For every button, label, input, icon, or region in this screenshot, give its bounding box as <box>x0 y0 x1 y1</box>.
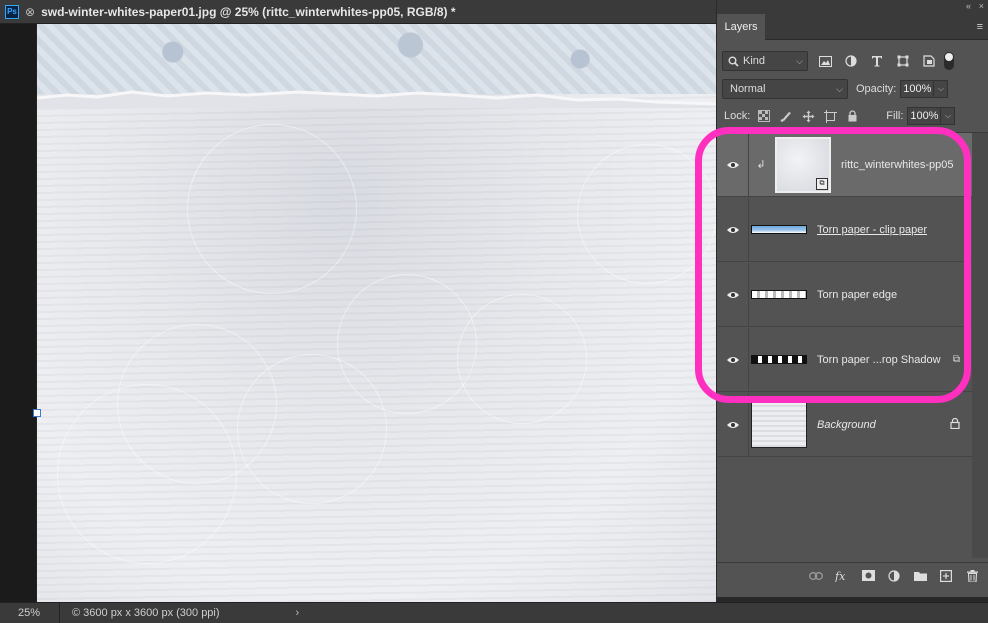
damask-paper-strip <box>37 24 716 94</box>
opacity-dropdown-icon[interactable]: ⌵ <box>934 80 949 98</box>
fill-input[interactable]: 100% <box>907 107 942 125</box>
panel-top-strip: « × <box>717 0 988 14</box>
fill-dropdown-icon[interactable]: ⌵ <box>941 107 956 125</box>
svg-text:fx: fx <box>835 570 846 582</box>
tab-layers[interactable]: Layers <box>717 14 765 40</box>
close-panel-icon[interactable]: × <box>979 1 984 11</box>
delete-layer-icon[interactable] <box>963 567 981 585</box>
panel-footer: fx <box>717 562 988 588</box>
layer-name[interactable]: Background <box>817 419 876 431</box>
layer-thumbnail <box>751 337 807 383</box>
scallop-pattern <box>337 274 477 414</box>
filter-kind-label: Kind <box>743 55 766 67</box>
blend-row: Normal ⌵ Opacity: 100% ⌵ <box>717 79 988 99</box>
layer-thumbnail: ⧉ <box>775 136 831 193</box>
close-tab-icon[interactable]: ⊗ <box>25 5 35 19</box>
scallop-pattern <box>57 384 237 564</box>
visibility-eye-icon[interactable] <box>717 262 749 327</box>
opacity-label: Opacity: <box>856 83 897 95</box>
lock-row: Lock: Fill: 100% ⌵ <box>717 106 988 126</box>
visibility-eye-icon[interactable] <box>717 132 749 197</box>
scallop-pattern <box>187 124 357 294</box>
lock-all-icon[interactable] <box>844 108 860 124</box>
status-bar: 25% © 3600 px x 3600 px (300 ppi) › <box>0 602 988 623</box>
fx-icon[interactable]: fx <box>833 567 851 585</box>
chevron-down-icon: ⌵ <box>796 55 803 66</box>
torn-paper-edge <box>37 90 716 108</box>
opacity-input[interactable]: 100% <box>900 80 935 98</box>
document-info: © 3600 px x 3600 px (300 ppi) <box>72 607 220 619</box>
status-menu-arrow-icon[interactable]: › <box>296 607 300 619</box>
scallop-pattern <box>577 144 716 284</box>
lock-artboard-icon[interactable] <box>822 108 838 124</box>
lock-image-icon[interactable] <box>778 108 794 124</box>
lock-icon <box>950 417 960 432</box>
canvas-area[interactable] <box>0 24 716 602</box>
visibility-eye-icon[interactable] <box>717 197 749 262</box>
layers-scrollbar[interactable] <box>972 133 988 558</box>
visibility-eye-icon[interactable] <box>717 392 749 457</box>
layer-thumbnail <box>751 272 807 318</box>
document-tab[interactable]: Ps ⊗ swd-winter-whites-paper01.jpg @ 25%… <box>0 0 716 24</box>
new-layer-icon[interactable] <box>937 567 955 585</box>
layer-name[interactable]: Torn paper ...rop Shadow <box>817 354 941 366</box>
filter-toggle-switch[interactable] <box>944 52 954 70</box>
image-filter-icon[interactable] <box>816 52 834 70</box>
clipping-mask-arrow-icon: ↲ <box>756 159 766 171</box>
scallop-pattern <box>457 294 587 424</box>
panel-tabs: Layers ≡ <box>717 14 988 40</box>
layer-name[interactable]: rittc_winterwhites-pp05 <box>841 159 954 171</box>
layers-list: ↲ ⧉ rittc_winterwhites-pp05 Torn paper -… <box>717 132 988 558</box>
layer-thumbnail <box>751 207 807 253</box>
layers-panel: « × Layers ≡ Kind ⌵ Normal ⌵ Opacity: 10… <box>716 0 988 597</box>
lock-position-icon[interactable] <box>800 108 816 124</box>
document-canvas[interactable] <box>37 24 716 602</box>
layer-mask-icon[interactable] <box>859 567 877 585</box>
zoom-level[interactable]: 25% <box>0 603 60 623</box>
pasteboard <box>0 24 36 602</box>
shape-filter-icon[interactable] <box>894 52 912 70</box>
adjustment-layer-icon[interactable] <box>885 567 903 585</box>
search-icon <box>728 56 739 67</box>
chevron-down-icon: ⌵ <box>836 83 843 94</box>
panel-menu-icon[interactable]: ≡ <box>977 21 983 33</box>
fill-label: Fill: <box>886 110 904 122</box>
collapse-panel-icon[interactable]: « <box>966 1 971 11</box>
lock-label: Lock: <box>724 110 751 122</box>
adjustment-filter-icon[interactable] <box>842 52 860 70</box>
document-title: swd-winter-whites-paper01.jpg @ 25% (rit… <box>41 4 456 19</box>
layer-row-torn-clip-paper[interactable]: Torn paper - clip paper <box>717 197 972 262</box>
blend-mode-value: Normal <box>730 83 766 95</box>
layer-name[interactable]: Torn paper edge <box>817 289 897 301</box>
layer-row-torn-paper-edge[interactable]: Torn paper edge <box>717 262 972 327</box>
layer-thumbnail <box>751 401 807 448</box>
smart-object-filter-icon[interactable] <box>920 52 938 70</box>
filter-kind-select[interactable]: Kind ⌵ <box>722 51 808 71</box>
lock-transparent-icon[interactable] <box>756 108 772 124</box>
type-filter-icon[interactable] <box>868 52 886 70</box>
layer-row-background[interactable]: Background <box>717 392 972 457</box>
blend-mode-select[interactable]: Normal ⌵ <box>722 79 848 99</box>
photoshop-app-icon: Ps <box>5 4 19 19</box>
filter-row: Kind ⌵ <box>717 50 988 72</box>
smart-object-icon: ⧉ <box>952 354 960 365</box>
layer-name[interactable]: Torn paper - clip paper <box>817 224 927 236</box>
layer-row-torn-drop-shadow[interactable]: Torn paper ...rop Shadow ⧉ <box>717 327 972 392</box>
smart-object-badge-icon: ⧉ <box>816 177 828 190</box>
layer-row-rittc-winterwhites[interactable]: ↲ ⧉ rittc_winterwhites-pp05 <box>717 132 972 197</box>
visibility-eye-icon[interactable] <box>717 327 749 392</box>
canvas-resize-handle[interactable] <box>33 409 41 417</box>
link-layers-icon[interactable] <box>807 567 825 585</box>
group-folder-icon[interactable] <box>911 567 929 585</box>
